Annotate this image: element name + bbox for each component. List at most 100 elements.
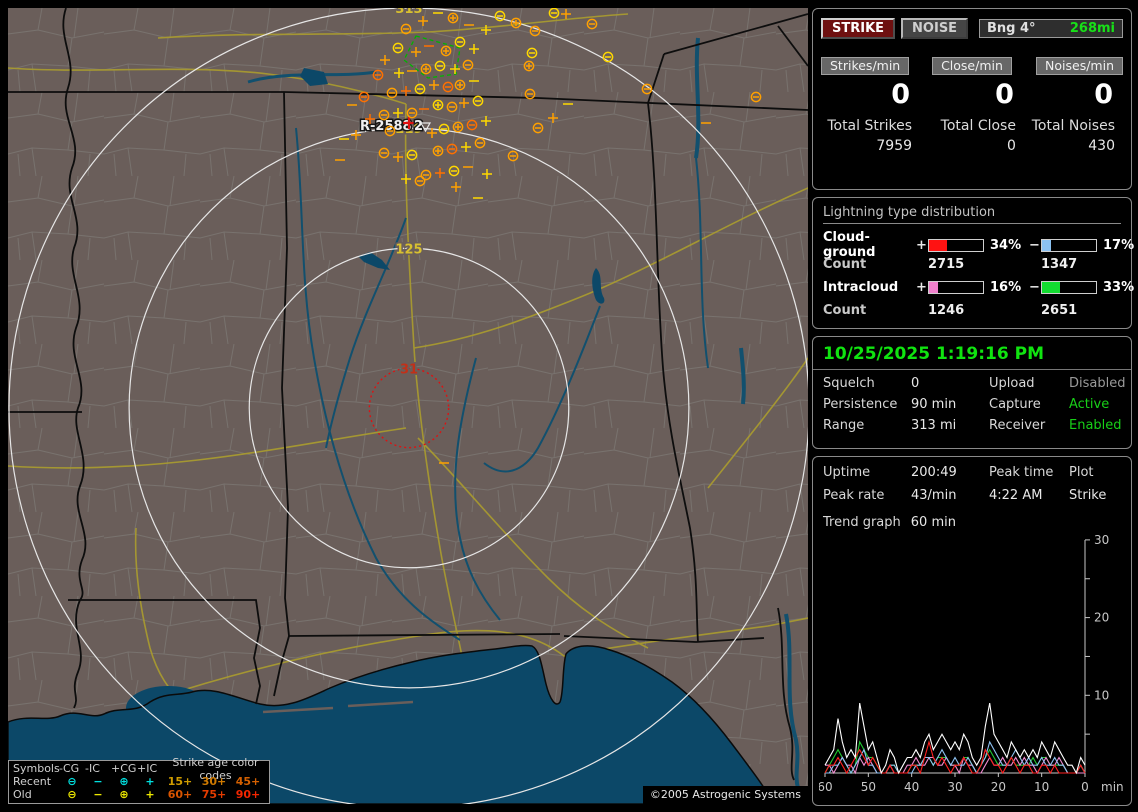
side-panel: STRIKE NOISE Bng 4° 268mi Strikes/min Cl… [812,8,1134,806]
receiver-label: Receiver [989,418,1046,433]
range-label: Range [823,418,865,433]
cloud-ground-label: Cloud-ground [823,230,876,260]
legend-old-ages: 60+ 75+ 90+ [163,788,265,801]
svg-text:313: 313 [395,8,422,17]
svg-text:31: 31 [400,362,418,377]
svg-text:20: 20 [991,780,1006,794]
svg-text:50: 50 [861,780,876,794]
uptime-value: 200:49 [911,465,957,480]
legend-row-recent: Recent ⊖ − ⊕ + 15+ 30+ 45+ [13,775,265,788]
strikes-per-min-label: Strikes/min [821,57,910,75]
minus-sign: − [1029,237,1040,253]
legend-row-old: Old ⊖ − ⊕ + 60+ 75+ 90+ [13,788,265,801]
ic-negative-bar [1041,280,1097,294]
ic-positive-bar [928,280,984,294]
peak-time-label: Peak time [989,465,1054,480]
squelch-label: Squelch [823,376,875,391]
legend-old-symbols: ⊖ − ⊕ + [59,788,163,801]
total-strikes-label: Total Strikes [827,118,913,134]
legend-col-cg-neg: -CG [59,762,80,775]
svg-text:10: 10 [1094,688,1109,702]
legend-symbol-icon: + [145,788,155,801]
legend-symbols-header: Symbols [13,762,60,775]
cg-negative-percent: 17% [1103,237,1135,253]
legend-age-code: 90+ [235,788,261,801]
cursor-range-value: 268mi [1069,21,1115,36]
upload-label: Upload [989,376,1035,391]
symbol-legend: Symbols -CG -IC +CG +IC Strike age color… [8,756,270,804]
noises-per-min-label: Noises/min [1036,57,1123,75]
plot-label: Plot [1069,465,1094,480]
legend-age-code: 45+ [235,775,261,788]
svg-text:0: 0 [1081,780,1089,794]
bearing-range-display: Bng 4° 268mi [979,19,1123,38]
legend-symbol-icon: ⊖ [67,788,77,801]
svg-text:30: 30 [947,780,962,794]
persistence-value: 90 min [911,397,957,412]
legend-age-code: 60+ [167,788,193,801]
legend-col-cg-pos: +CG [111,762,137,775]
svg-text:125: 125 [395,242,422,257]
close-per-min-label: Close/min [932,57,1012,75]
status-box: 10/25/2025 1:19:16 PM Squelch 0 Upload D… [812,336,1132,449]
ic-negative-percent: 33% [1103,279,1135,295]
total-close-label: Total Close [940,118,1016,134]
legend-symbol-icon: ⊖ [67,775,77,788]
range-value: 313 mi [911,418,957,433]
legend-symbol-icon: ⊕ [119,775,129,788]
cloud-ground-count-row: Count 2715 1347 [823,252,1121,276]
distribution-box: Lightning type distribution Cloud-ground… [812,197,1134,329]
legend-col-ic-pos: +IC [137,762,158,775]
capture-label: Capture [989,397,1041,412]
strike-toggle-button[interactable]: STRIKE [821,18,896,39]
plus-sign: + [916,279,927,295]
count-label: Count [823,302,867,318]
datetime-display: 10/25/2025 1:19:16 PM [813,337,1131,370]
counters-box: STRIKE NOISE Bng 4° 268mi Strikes/min Cl… [812,8,1132,190]
total-close-value: 0 [1007,138,1016,154]
cg-positive-percent: 34% [990,237,1022,253]
svg-text:min: min [1101,780,1124,794]
intracloud-label: Intracloud [823,279,899,295]
copyright-notice: ©2005 Astrogenic Systems [642,786,808,804]
legend-symbol-icon: + [145,775,155,788]
trend-graph-value: 60 min [910,515,956,530]
cg-negative-count: 1347 [1041,256,1078,272]
svg-text:60: 60 [819,780,833,794]
legend-symbol-icon: − [93,788,103,801]
svg-text:2: 2 [414,119,423,134]
cloud-ground-row: Cloud-ground + 34% − 17% [823,230,1134,260]
svg-text:30: 30 [1094,533,1109,547]
cg-negative-bar [1041,238,1097,252]
total-strikes-value: 7959 [876,138,913,154]
minus-sign: − [1029,279,1040,295]
map-canvas[interactable]: 31321912531 R-2588 2 [8,8,808,804]
legend-symbol-icon: − [93,775,103,788]
svg-text:40: 40 [904,780,919,794]
legend-age-code: 30+ [201,775,227,788]
legend-age-code: 75+ [201,788,227,801]
plot-mode-value: Strike [1069,488,1107,503]
upload-status: Disabled [1069,376,1126,391]
cg-positive-count: 2715 [928,256,965,272]
ic-negative-count: 2651 [1041,302,1078,318]
legend-header-row: Symbols -CG -IC +CG +IC Strike age color… [13,756,265,782]
persistence-label: Persistence [823,397,898,412]
noise-toggle-button[interactable]: NOISE [901,18,969,39]
bearing-value: Bng 4° [987,21,1036,36]
uptime-label: Uptime [823,465,871,480]
squelch-value: 0 [911,376,920,391]
map-panel: 313 219 125 31 R-2588 2 Symbols -CG -IC +CG … [8,8,808,804]
receiver-status: Enabled [1069,418,1122,433]
lightning-tracker-window: 313 219 125 31 R-2588 2 Symbols -CG -IC +CG … [0,0,1138,812]
plus-sign: + [916,237,927,253]
intracloud-row: Intracloud + 16% − 33% [823,276,1134,298]
legend-age-code: 15+ [167,775,193,788]
total-noises-value: 430 [1088,138,1115,154]
legend-recent-symbols: ⊖ − ⊕ + [59,775,163,788]
legend-row-label: Recent [13,775,52,788]
capture-status: Active [1069,397,1110,412]
total-noises-label: Total Noises [1031,118,1115,134]
strikes-per-min-value: 0 [891,79,911,110]
trend-graph: 10 20 30 60 50 40 30 20 10 0 min [817,533,1124,794]
